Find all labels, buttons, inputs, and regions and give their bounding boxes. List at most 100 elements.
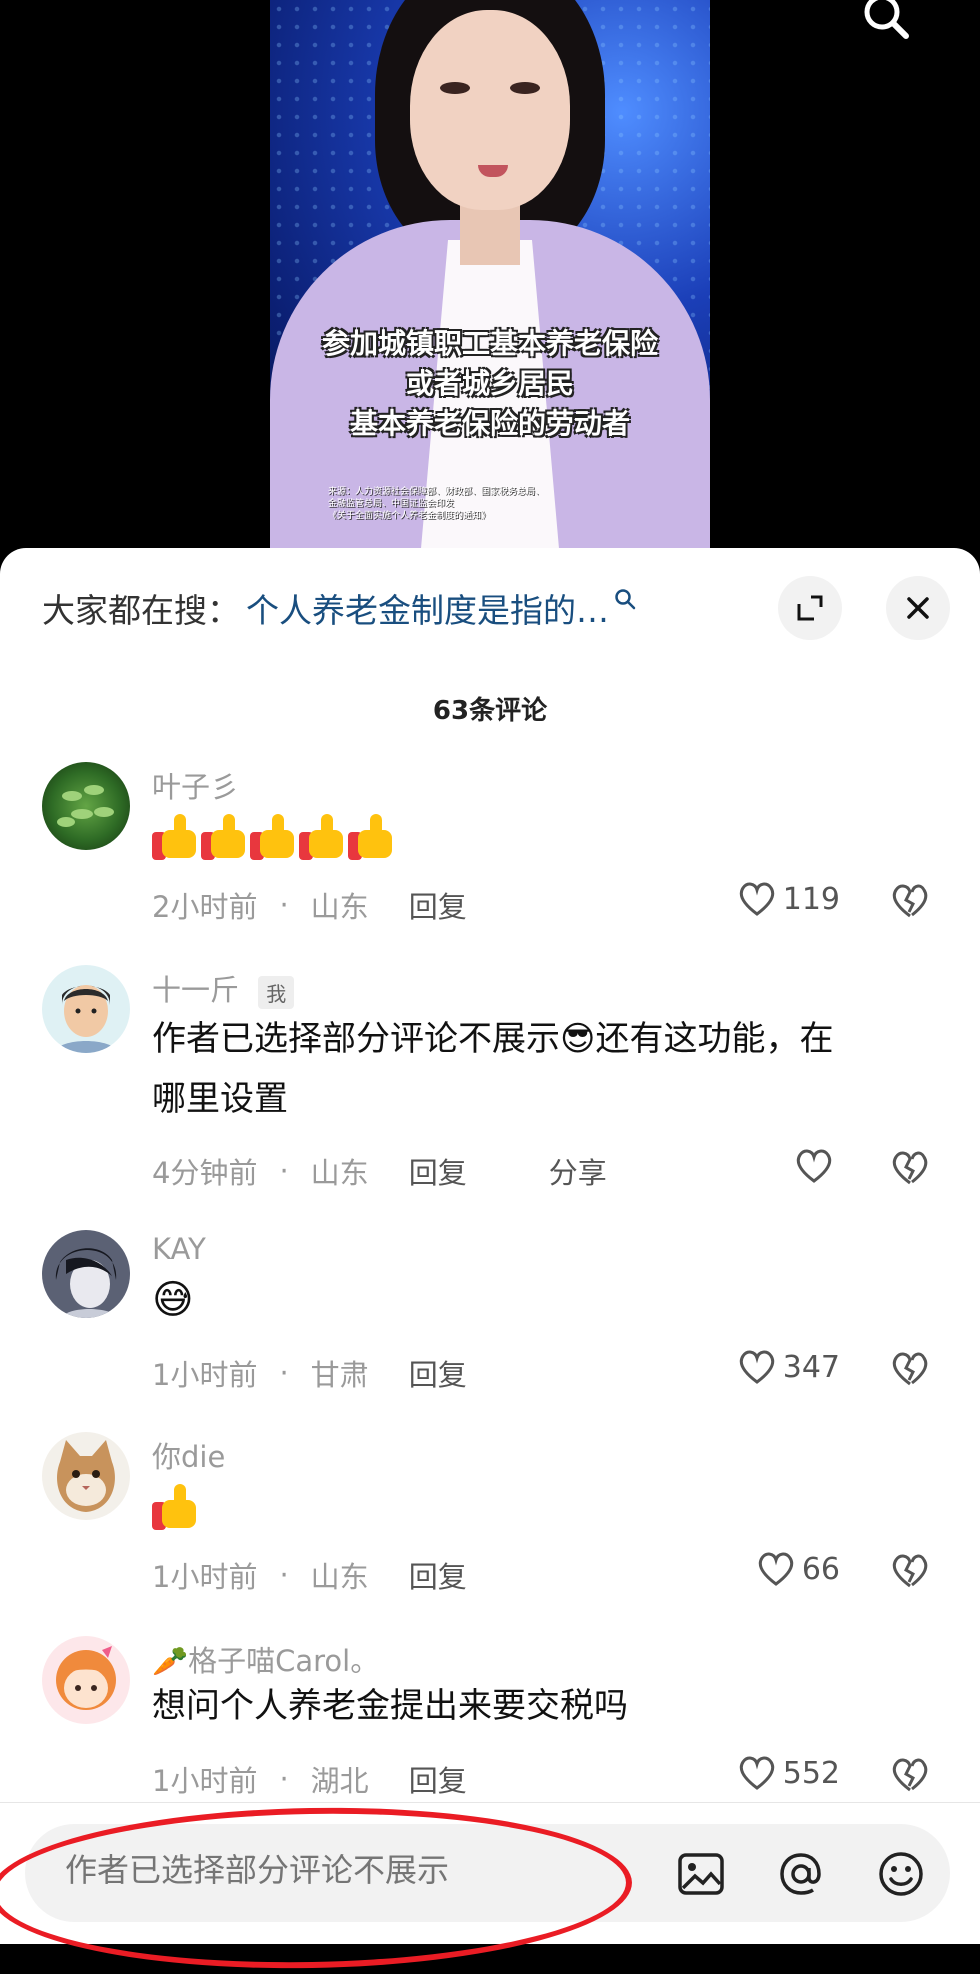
emoji-icon[interactable]: [875, 1848, 927, 1900]
thumbs-up-icon: [201, 814, 247, 860]
caption-line-3: 《关于全面实施个人养老金制度的通知》: [328, 511, 491, 521]
video-subtitle-line-3: 基本养老保险的劳动者: [349, 407, 630, 440]
heart-icon: [739, 1756, 774, 1790]
anchor-right-eye: [510, 82, 540, 94]
avatar[interactable]: [42, 965, 130, 1053]
reply-button[interactable]: 回复: [409, 1150, 467, 1192]
comment-meta: 2小时前 · 山东 回复: [152, 884, 467, 926]
like-button[interactable]: 552: [737, 1754, 840, 1792]
reply-button[interactable]: 回复: [409, 1554, 467, 1596]
broken-heart-icon[interactable]: [890, 1350, 930, 1388]
username[interactable]: 十一斤: [152, 973, 239, 1007]
expand-button[interactable]: [778, 576, 842, 640]
meta-separator: ·: [279, 1356, 289, 1390]
username[interactable]: 🥕格子喵Carol。: [152, 1638, 379, 1680]
broken-heart-icon[interactable]: [890, 1149, 930, 1187]
meta-separator: ·: [279, 888, 289, 922]
comment-meta: 1小时前 · 湖北 回复: [152, 1758, 467, 1800]
like-count: 552: [782, 1755, 840, 1791]
cat-avatar-icon: [57, 1440, 115, 1512]
comment-meta: 4分钟前 · 山东 回复 分享: [152, 1150, 607, 1192]
like-count: 119: [782, 881, 840, 917]
comment-meta: 1小时前 · 甘肃 回复: [152, 1352, 467, 1394]
self-tag: 我: [258, 975, 295, 1009]
video-subtitle-line-1: 参加城镇职工基本养老保险: [321, 327, 658, 360]
reply-button[interactable]: 回复: [409, 884, 467, 926]
like-count: 66: [801, 1551, 840, 1587]
like-count: 347: [782, 1349, 840, 1385]
avatar[interactable]: [42, 1636, 130, 1724]
search-icon[interactable]: [860, 0, 914, 48]
broken-heart-icon[interactable]: [890, 1756, 930, 1794]
like-button[interactable]: 119: [737, 880, 840, 918]
comment-count: 63条评论: [432, 696, 548, 726]
meta-separator: ·: [279, 1154, 289, 1188]
reply-button[interactable]: 回复: [409, 1352, 467, 1394]
heart-icon: [796, 1149, 832, 1183]
like-button[interactable]: 66: [756, 1550, 840, 1588]
share-button[interactable]: 分享: [549, 1150, 607, 1192]
comment-time: 1小时前: [152, 1358, 258, 1392]
magnifier-icon: [615, 589, 636, 610]
broken-heart-icon[interactable]: [890, 1552, 930, 1590]
video-subtitle-line-2: 或者城乡居民: [405, 367, 574, 400]
avatar[interactable]: [42, 762, 130, 850]
comment-time: 1小时前: [152, 1560, 258, 1594]
avatar[interactable]: [42, 1432, 130, 1520]
comment-time: 1小时前: [152, 1764, 258, 1798]
meta-separator: ·: [279, 1762, 289, 1796]
anime-boy-avatar-icon: [55, 1248, 118, 1318]
expand-icon: [797, 595, 823, 621]
comment-text-line-2: 哪里设置: [152, 1079, 288, 1119]
video-player[interactable]: 参加城镇职工基本养老保险 或者城乡居民 基本养老保险的劳动者 来源：人力资源社会…: [0, 0, 980, 560]
comment-location: 湖北: [310, 1764, 369, 1798]
comment-meta: 1小时前 · 山东 回复: [152, 1554, 467, 1596]
comment-input-pill[interactable]: [25, 1824, 950, 1922]
heart-icon: [739, 882, 774, 916]
comment-time: 2小时前: [152, 890, 258, 924]
comment-text-line-1: 作者已选择部分评论不展示😎还有这功能，在: [152, 1019, 834, 1059]
thumbs-up-icon: [250, 814, 296, 860]
meta-separator: ·: [279, 1558, 289, 1592]
comment-input[interactable]: [63, 1850, 547, 1890]
like-button[interactable]: [794, 1147, 840, 1185]
caption-line-2: 金融监管总局、中国证监会印发: [328, 499, 455, 509]
anchor-left-eye: [440, 82, 470, 94]
leaf-icon: [57, 785, 114, 827]
comment-emoji: 😅: [152, 1277, 194, 1323]
trending-search[interactable]: 大家都在搜： 个人养老金制度是指的…: [42, 578, 639, 638]
mention-icon[interactable]: [775, 1848, 827, 1900]
cartoon-man-avatar-icon: [54, 985, 118, 1053]
comment-text: 作者已选择部分评论不展示😎还有这功能，在 哪里设置: [152, 1009, 932, 1129]
username[interactable]: 叶子彡: [152, 764, 239, 806]
thumbs-up-icon: [348, 814, 394, 860]
username[interactable]: 你die: [152, 1434, 225, 1476]
avatar[interactable]: [42, 1230, 130, 1318]
anchor-face: [410, 10, 570, 210]
thumbs-up-icon: [299, 814, 345, 860]
reply-button[interactable]: 回复: [409, 1758, 467, 1800]
username-row: 十一斤 我: [152, 967, 295, 1009]
close-button[interactable]: [886, 576, 950, 640]
comment-location: 山东: [310, 1560, 369, 1594]
close-icon: [907, 597, 929, 619]
heart-icon: [739, 1350, 774, 1384]
thumbs-up-emoji: [152, 1484, 201, 1530]
username[interactable]: KAY: [152, 1232, 206, 1266]
heart-icon: [758, 1552, 794, 1586]
comment-location: 山东: [310, 890, 369, 924]
broken-heart-icon[interactable]: [890, 882, 930, 920]
comment-location: 山东: [310, 1156, 369, 1190]
video-frame: 参加城镇职工基本养老保险 或者城乡居民 基本养老保险的劳动者 来源：人力资源社会…: [270, 0, 710, 560]
image-icon[interactable]: [675, 1848, 727, 1900]
comment-input-bar: [0, 1802, 980, 1944]
caption-line-1: 来源：人力资源社会保障部、财政部、国家税务总局、: [328, 487, 545, 497]
like-button[interactable]: 347: [737, 1348, 840, 1386]
thumbs-up-icon: [152, 814, 198, 860]
comment-text: 想问个人养老金提出来要交税吗: [152, 1686, 628, 1726]
comment-location: 甘肃: [310, 1358, 369, 1392]
trending-search-link[interactable]: 个人养老金制度是指的…: [246, 584, 609, 632]
comment-time: 4分钟前: [152, 1156, 258, 1190]
thumbs-up-icon: [152, 1484, 198, 1530]
cartoon-girl-avatar-icon: [56, 1646, 116, 1710]
